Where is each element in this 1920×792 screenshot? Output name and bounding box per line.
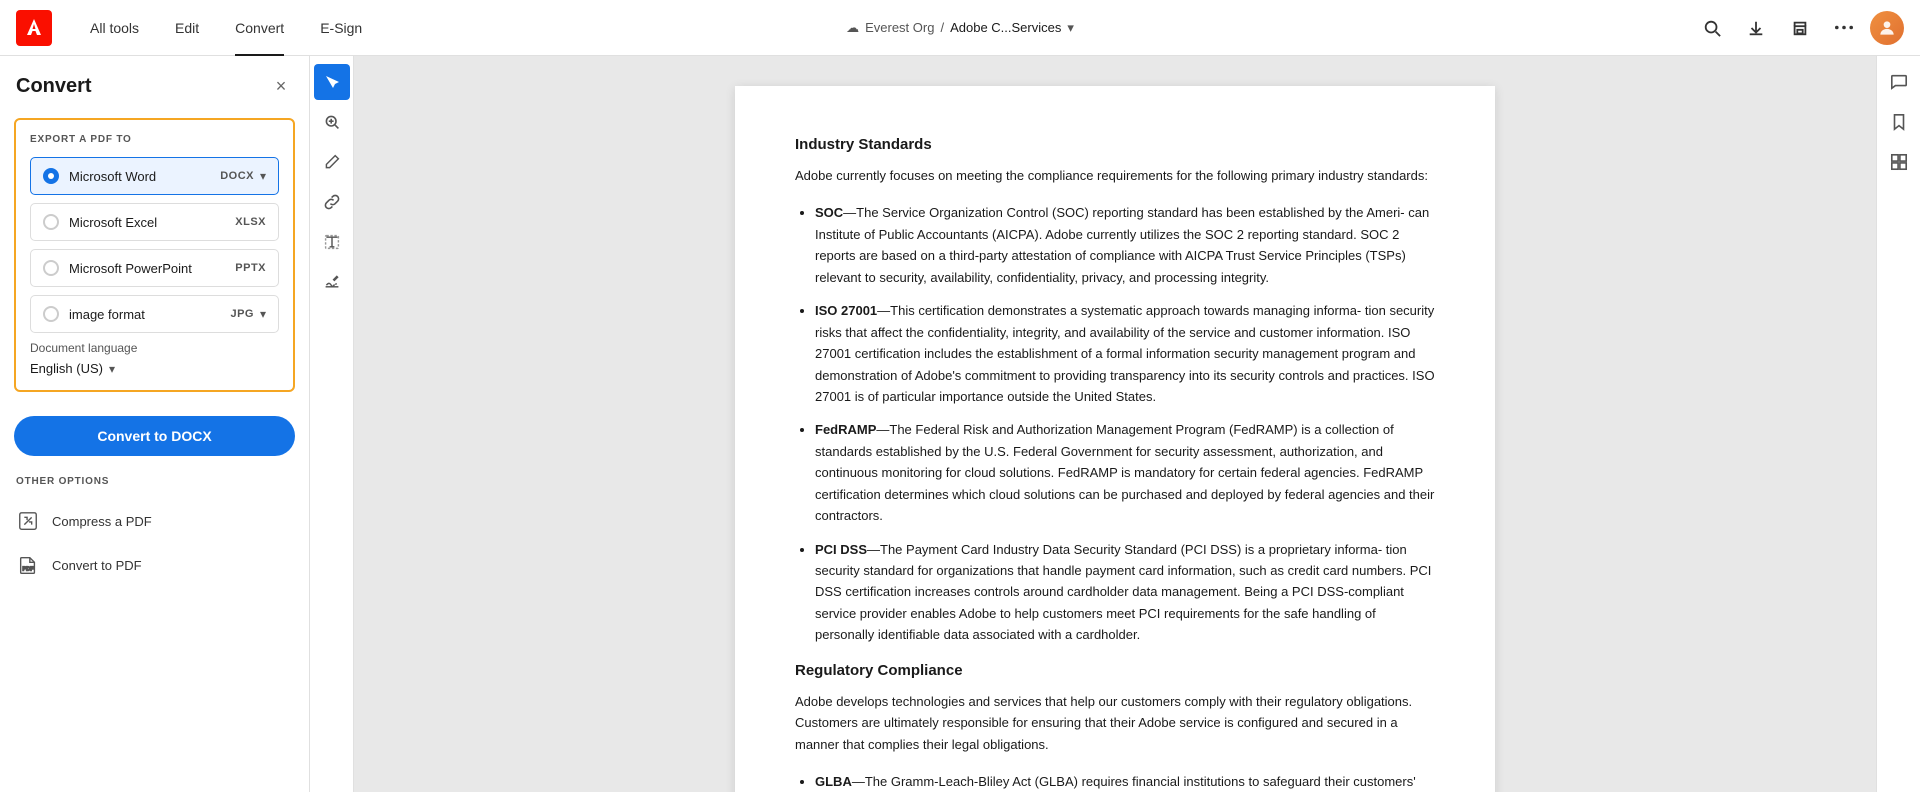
breadcrumb-chevron-icon[interactable]: ▾ bbox=[1067, 20, 1074, 36]
bullet-fedramp: FedRAMP—The Federal Risk and Authorizati… bbox=[815, 419, 1435, 526]
doc-area: Industry Standards Adobe currently focus… bbox=[354, 56, 1876, 792]
zoom-tool-button[interactable] bbox=[314, 104, 350, 140]
format-image-ext: JPG bbox=[230, 308, 254, 320]
compress-pdf-label: Compress a PDF bbox=[52, 514, 152, 529]
bookmark-button[interactable] bbox=[1881, 104, 1917, 140]
nav-breadcrumb: ☁ Everest Org / Adobe C...Services ▾ bbox=[846, 20, 1074, 36]
industry-standards-list: SOC—The Service Organization Control (SO… bbox=[815, 202, 1435, 645]
nav-convert[interactable]: Convert bbox=[217, 0, 302, 56]
main-layout: Convert × EXPORT A PDF TO Microsoft Word… bbox=[0, 56, 1920, 792]
convert-to-pdf-label: Convert to PDF bbox=[52, 558, 142, 573]
tool-sidebar bbox=[310, 56, 354, 792]
format-option-image[interactable]: image format JPG ▾ bbox=[30, 295, 279, 333]
image-chevron-icon[interactable]: ▾ bbox=[260, 307, 266, 321]
text-tool-button[interactable] bbox=[314, 224, 350, 260]
format-excel-label: Microsoft Excel bbox=[69, 215, 157, 230]
sidebar-close-button[interactable]: × bbox=[269, 74, 293, 98]
search-button[interactable] bbox=[1694, 10, 1730, 46]
svg-text:PDF: PDF bbox=[23, 567, 35, 573]
comment-button[interactable] bbox=[1881, 64, 1917, 100]
format-option-powerpoint[interactable]: Microsoft PowerPoint PPTX bbox=[30, 249, 279, 287]
convert-to-docx-button[interactable]: Convert to DOCX bbox=[14, 416, 295, 456]
nav-all-tools[interactable]: All tools bbox=[72, 0, 157, 56]
regulatory-intro: Adobe develops technologies and services… bbox=[795, 691, 1435, 755]
sidebar-title: Convert bbox=[16, 75, 92, 98]
format-ppt-label: Microsoft PowerPoint bbox=[69, 261, 192, 276]
format-excel-ext: XLSX bbox=[235, 216, 266, 228]
radio-word bbox=[43, 168, 59, 184]
convert-to-pdf-icon: PDF bbox=[16, 553, 40, 577]
doc-lang-section: Document language English (US) ▾ bbox=[30, 341, 279, 376]
industry-standards-intro: Adobe currently focuses on meeting the c… bbox=[795, 165, 1435, 186]
bullet-pci: PCI DSS—The Payment Card Industry Data S… bbox=[815, 539, 1435, 646]
convert-sidebar: Convert × EXPORT A PDF TO Microsoft Word… bbox=[0, 56, 310, 792]
bullet-iso: ISO 27001—This certification demonstrate… bbox=[815, 300, 1435, 407]
user-avatar[interactable] bbox=[1870, 11, 1904, 45]
bullet-glba: GLBA—The Gramm-Leach-Bliley Act (GLBA) r… bbox=[815, 771, 1435, 792]
format-option-excel[interactable]: Microsoft Excel XLSX bbox=[30, 203, 279, 241]
convert-to-pdf-option[interactable]: PDF Convert to PDF bbox=[0, 543, 309, 587]
doc-lang-value: English (US) bbox=[30, 361, 103, 376]
industry-standards-title: Industry Standards bbox=[795, 136, 1435, 153]
doc-lang-label: Document language bbox=[30, 341, 279, 355]
right-sidebar bbox=[1876, 56, 1920, 792]
compress-icon bbox=[16, 509, 40, 533]
format-option-word[interactable]: Microsoft Word DOCX ▾ bbox=[30, 157, 279, 195]
cloud-icon: ☁ bbox=[846, 20, 859, 36]
top-nav: All tools Edit Convert E-Sign ☁ Everest … bbox=[0, 0, 1920, 56]
print-button[interactable] bbox=[1782, 10, 1818, 46]
document-page: Industry Standards Adobe currently focus… bbox=[735, 86, 1495, 792]
bullet-soc: SOC—The Service Organization Control (SO… bbox=[815, 202, 1435, 288]
more-options-button[interactable] bbox=[1826, 10, 1862, 46]
word-chevron-icon[interactable]: ▾ bbox=[260, 169, 266, 183]
format-ppt-ext: PPTX bbox=[235, 262, 266, 274]
export-label: EXPORT A PDF TO bbox=[30, 134, 279, 145]
lang-chevron-icon: ▾ bbox=[109, 362, 115, 376]
doc-lang-select[interactable]: English (US) ▾ bbox=[30, 361, 279, 376]
radio-image bbox=[43, 306, 59, 322]
sidebar-header: Convert × bbox=[0, 56, 309, 110]
edit-tool-button[interactable] bbox=[314, 144, 350, 180]
export-panel: EXPORT A PDF TO Microsoft Word DOCX ▾ Mi… bbox=[14, 118, 295, 392]
grid-view-button[interactable] bbox=[1881, 144, 1917, 180]
nav-right-actions bbox=[1694, 10, 1904, 46]
format-word-ext: DOCX bbox=[220, 170, 254, 182]
other-options-label: OTHER OPTIONS bbox=[0, 476, 309, 487]
radio-ppt bbox=[43, 260, 59, 276]
signature-tool-button[interactable] bbox=[314, 264, 350, 300]
nav-edit[interactable]: Edit bbox=[157, 0, 217, 56]
link-tool-button[interactable] bbox=[314, 184, 350, 220]
regulatory-list: GLBA—The Gramm-Leach-Bliley Act (GLBA) r… bbox=[815, 771, 1435, 792]
format-word-label: Microsoft Word bbox=[69, 169, 156, 184]
radio-excel bbox=[43, 214, 59, 230]
compress-pdf-option[interactable]: Compress a PDF bbox=[0, 499, 309, 543]
app-logo[interactable] bbox=[16, 10, 52, 46]
nav-esign[interactable]: E-Sign bbox=[302, 0, 380, 56]
cursor-tool-button[interactable] bbox=[314, 64, 350, 100]
format-image-label: image format bbox=[69, 307, 145, 322]
regulatory-compliance-title: Regulatory Compliance bbox=[795, 662, 1435, 679]
download-button[interactable] bbox=[1738, 10, 1774, 46]
